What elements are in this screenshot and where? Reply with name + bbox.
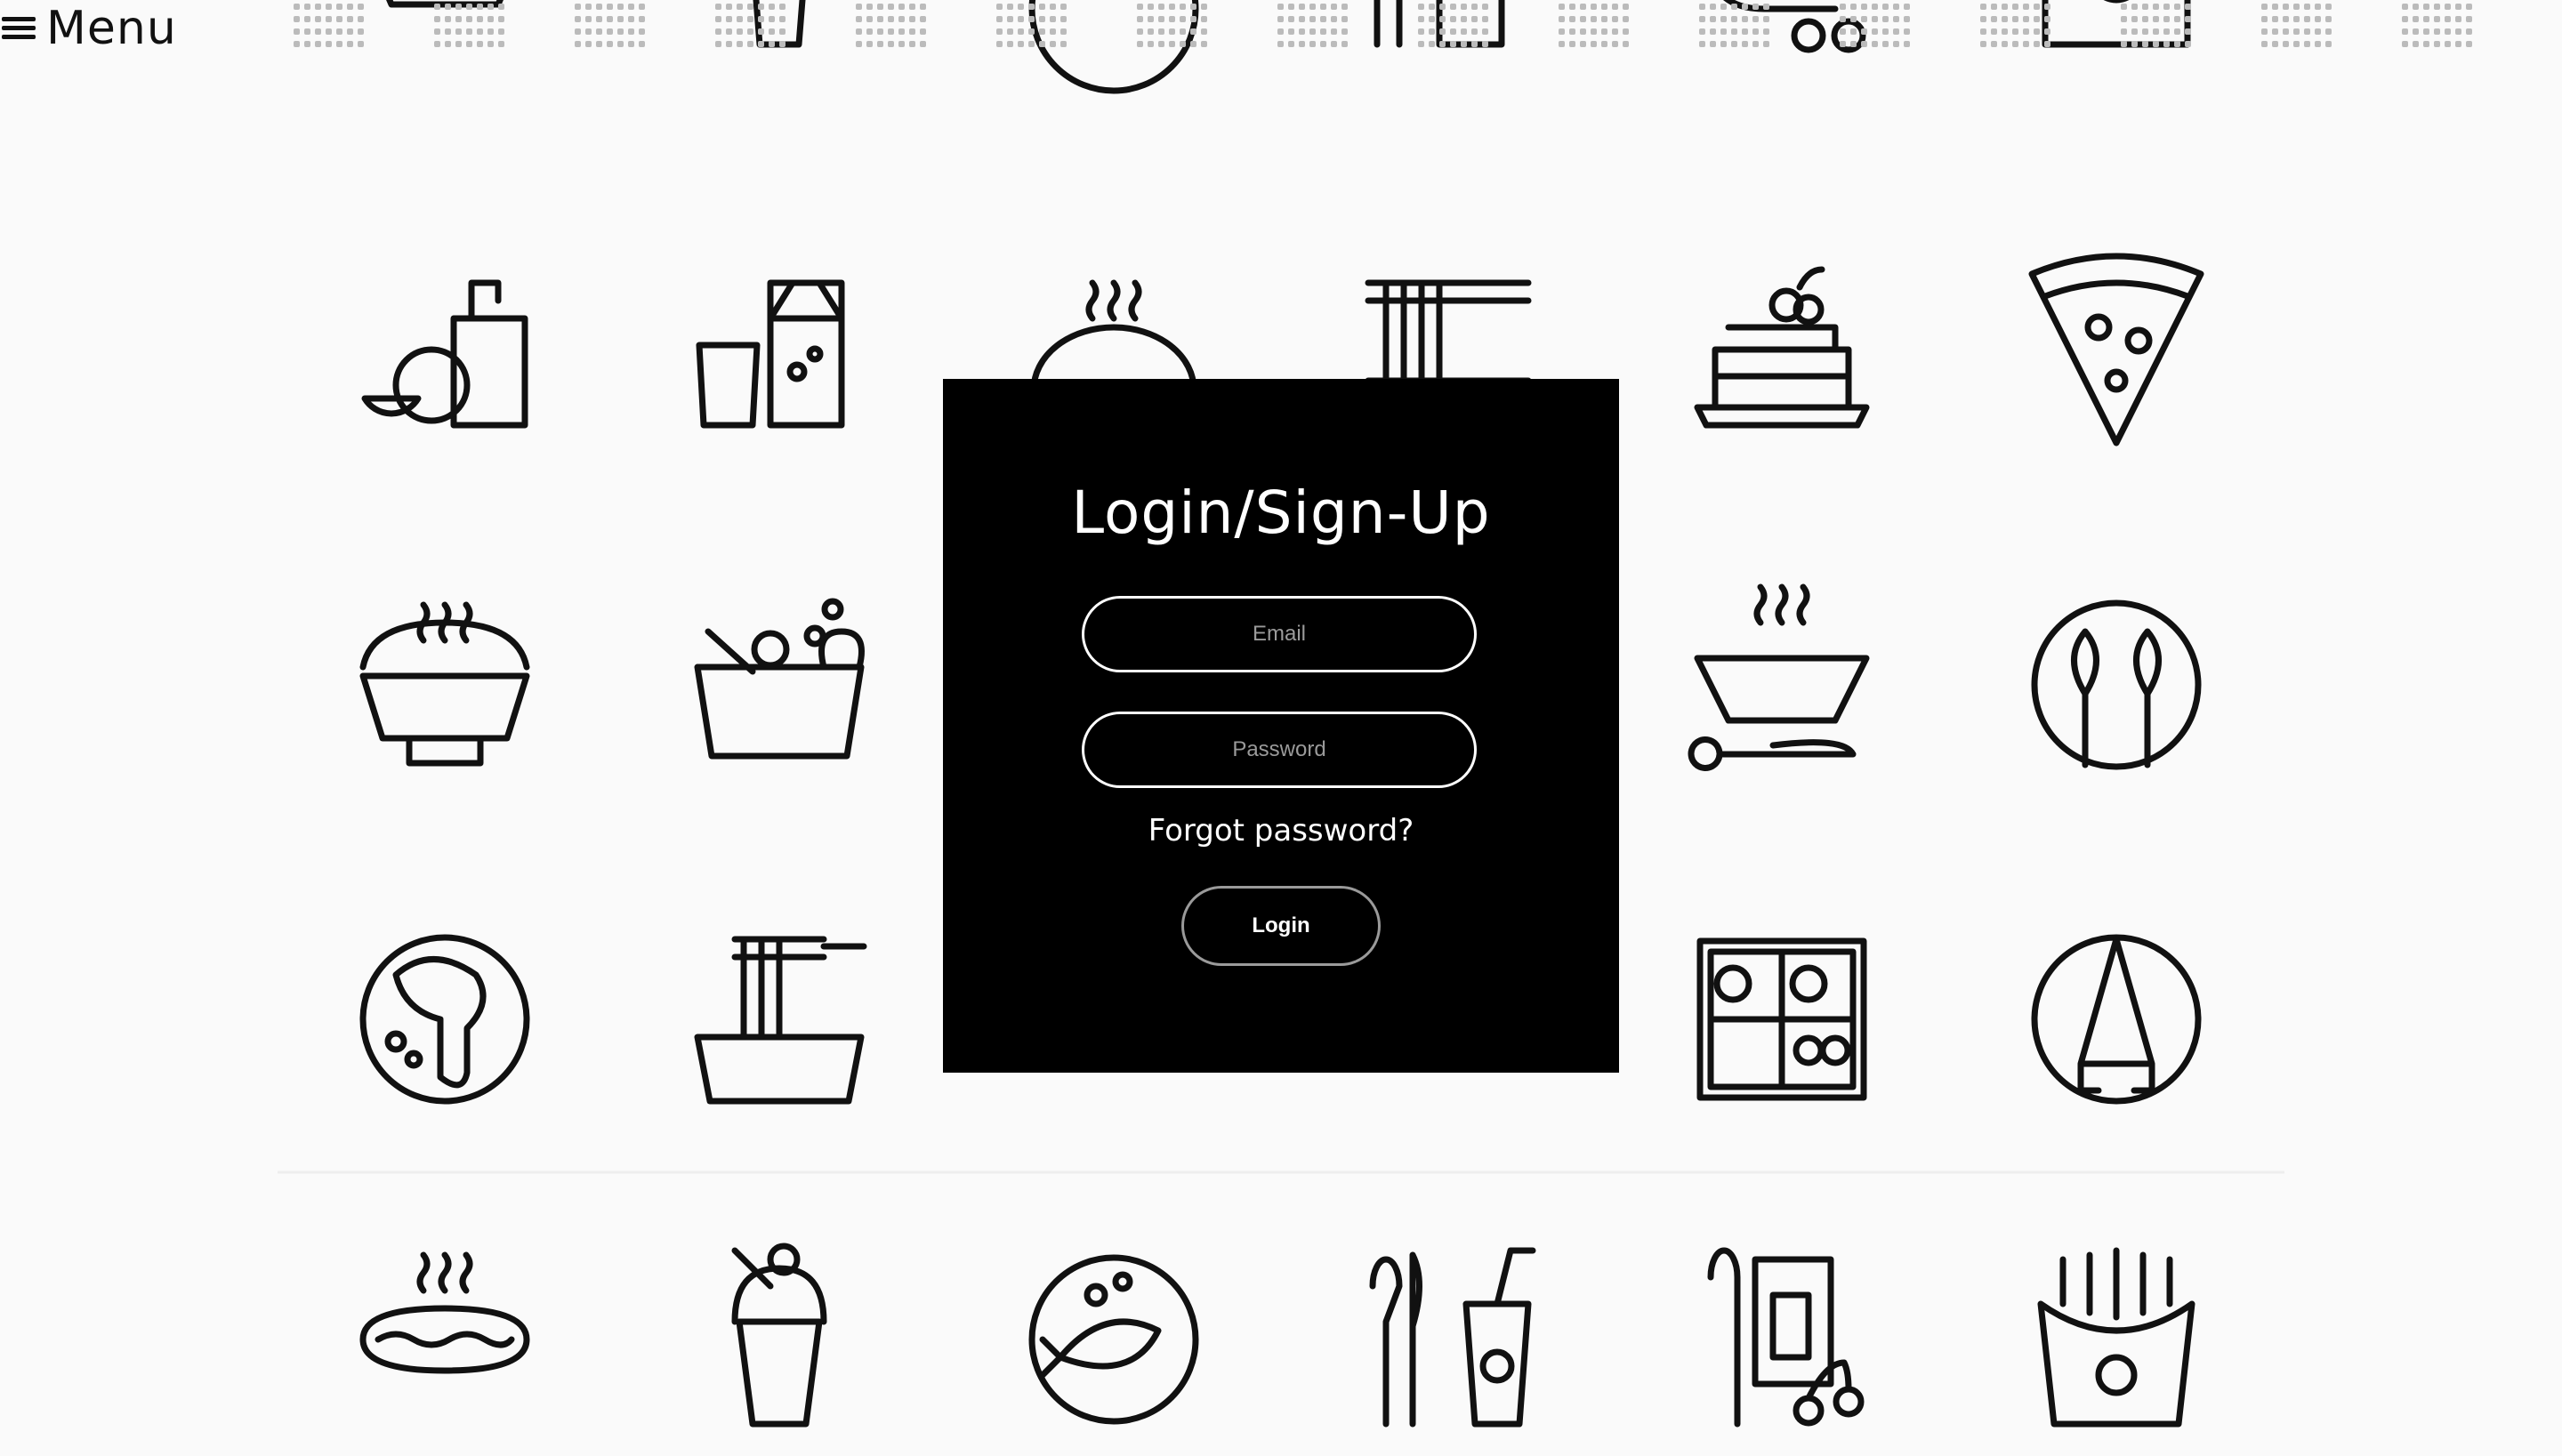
menu-toggle[interactable]: Menu <box>0 0 177 57</box>
login-modal: Login/Sign-Up Forgot password? Login <box>943 379 1619 1073</box>
hot-dog-icon <box>359 1251 530 1374</box>
pancakes-icon <box>1694 266 1870 429</box>
cutlery-drink-icon <box>1369 1247 1536 1428</box>
juice-orange-icon <box>361 279 528 429</box>
ice-cream-plate-icon <box>2031 934 2202 1105</box>
steak-plate-icon <box>359 934 530 1105</box>
menu-label: Menu <box>46 2 177 55</box>
fish-plate-icon <box>1028 1254 1199 1425</box>
email-field[interactable] <box>1082 596 1477 672</box>
forgot-password-link[interactable]: Forgot password? <box>943 813 1619 849</box>
spaghetti-icon <box>694 936 867 1105</box>
login-button[interactable]: Login <box>1181 886 1381 966</box>
pie-icon <box>1030 279 1197 393</box>
milk-carton-icon <box>696 279 845 429</box>
password-field[interactable] <box>1082 712 1477 788</box>
wheat-icon <box>2031 599 2202 770</box>
mini-icon-strip <box>294 4 2472 47</box>
milkshake-icon <box>731 1243 827 1428</box>
rice-bowl-icon <box>359 601 530 767</box>
login-title: Login/Sign-Up <box>1071 479 1491 547</box>
pizza-slice-icon <box>2028 253 2204 446</box>
salad-bowl-icon <box>694 598 865 760</box>
soup-bowl-icon <box>1688 583 1870 771</box>
jam-cherry-icon <box>1707 1247 1865 1428</box>
fries-icon <box>2037 1247 2195 1428</box>
bento-box-icon <box>1696 937 1867 1101</box>
hamburger-icon[interactable] <box>0 15 36 42</box>
